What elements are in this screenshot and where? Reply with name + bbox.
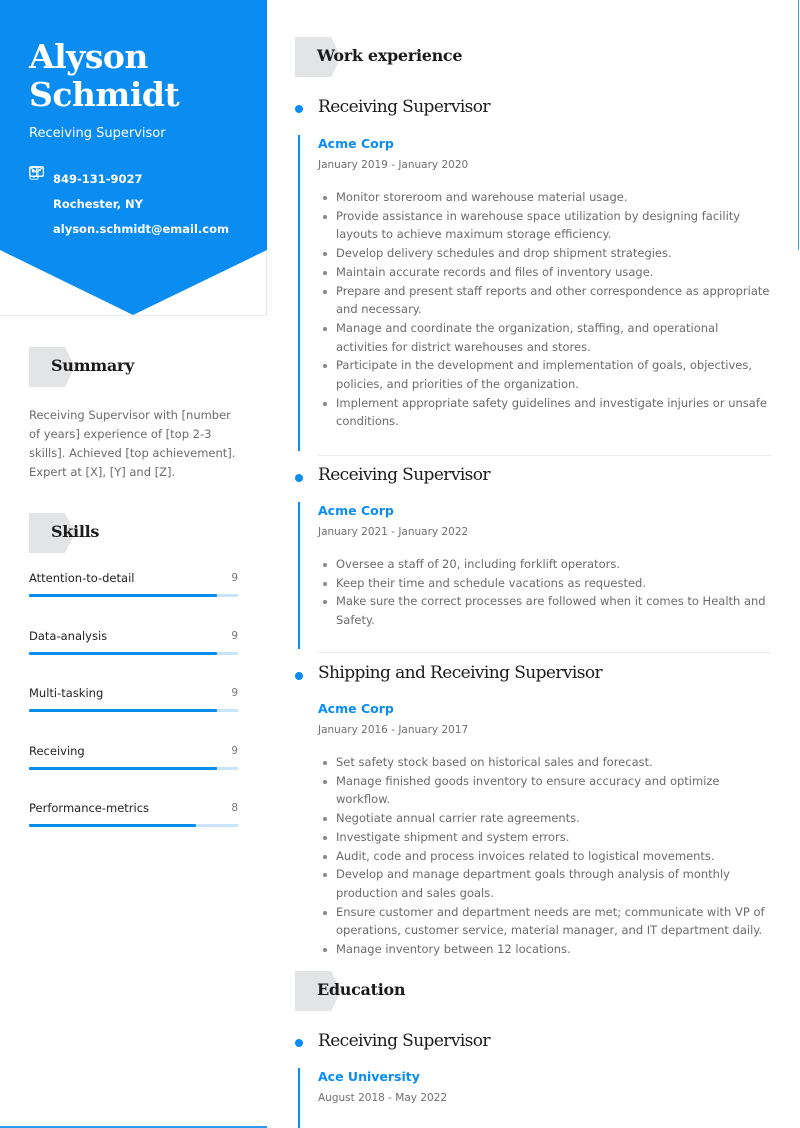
- skill-item: Data-analysis 9: [29, 629, 238, 687]
- skill-item: Attention-to-detail 9: [29, 571, 238, 629]
- profile-header: Alyson Schmidt Receiving Supervisor 849-…: [0, 0, 267, 316]
- skill-bar-track: [29, 651, 238, 655]
- skill-item: Receiving 9: [29, 744, 238, 802]
- location-value: Rochester, NY: [53, 196, 144, 211]
- skill-bar-fill: [29, 824, 197, 827]
- skill-bar-track: [29, 824, 238, 827]
- summary-title: Summary: [51, 356, 135, 375]
- job-bullet: Maintain accurate records and files of i…: [318, 263, 773, 282]
- job-bullet: Develop delivery schedules and drop ship…: [318, 244, 773, 263]
- job-bullet: Manage and coordinate the organization, …: [318, 319, 773, 356]
- contact-location: Rochester, NY: [29, 166, 229, 216]
- envelope-icon: [29, 166, 45, 236]
- job-dates: January 2021 - January 2022: [318, 526, 469, 538]
- company-name: Acme Corp: [318, 503, 394, 518]
- contact-list: 849-131-9027 Rochester, NY alyson.schmid…: [29, 166, 229, 241]
- job-bullet: Monitor storeroom and warehouse material…: [318, 188, 773, 207]
- job-title: Receiving Supervisor: [318, 97, 491, 117]
- job-bullet: Prepare and present staff reports and ot…: [318, 282, 773, 319]
- skill-item: Performance-metrics 8: [29, 801, 238, 859]
- contact-phone: 849-131-9027: [29, 166, 229, 191]
- summary-text: Receiving Supervisor with [number of yea…: [29, 408, 236, 479]
- email-value[interactable]: alyson.schmidt@email.com: [53, 222, 229, 236]
- job-bullet: Set safety stock based on historical sal…: [318, 753, 773, 772]
- page-edge-accent: [798, 0, 799, 250]
- job-title: Receiving Supervisor: [318, 465, 491, 485]
- timeline-dot: [295, 105, 303, 113]
- job-bullet: Implement appropriate safety guidelines …: [318, 394, 773, 431]
- job-bullet: Investigate shipment and system errors.: [318, 828, 773, 847]
- skill-score: 9: [231, 687, 238, 699]
- sidebar-divider: [0, 315, 267, 316]
- job-title: Shipping and Receiving Supervisor: [318, 663, 603, 683]
- job-bullet: Make sure the correct processes are foll…: [318, 592, 773, 629]
- skills-title: Skills: [51, 522, 100, 541]
- job-bullet: Keep their time and schedule vacations a…: [318, 574, 773, 593]
- skill-bar-fill: [29, 766, 218, 770]
- timeline-line: [298, 1068, 300, 1128]
- skill-name: Receiving: [29, 743, 85, 758]
- timeline-line: [298, 502, 300, 649]
- job-bullets: Set safety stock based on historical sal…: [318, 753, 773, 959]
- entry-divider: [318, 455, 771, 456]
- education-dates: August 2018 - May 2022: [318, 1092, 448, 1104]
- phone-value[interactable]: 849-131-9027: [53, 172, 143, 186]
- sidebar: Alyson Schmidt Receiving Supervisor 849-…: [0, 0, 267, 1128]
- skill-name: Multi-tasking: [29, 686, 104, 700]
- skill-bar-track: [29, 594, 238, 597]
- sidebar-border: [266, 250, 267, 315]
- education-title: Education: [317, 980, 406, 999]
- candidate-headline: Receiving Supervisor: [29, 126, 166, 141]
- degree-title: Receiving Supervisor: [318, 1031, 491, 1051]
- job-bullet: Oversee a staff of 20, including forklif…: [318, 555, 773, 574]
- timeline-line: [298, 135, 300, 451]
- skill-bar-fill: [29, 709, 218, 712]
- skill-score: 9: [231, 744, 238, 757]
- timeline-dot: [295, 1039, 303, 1047]
- last-name: Schmidt: [29, 75, 180, 114]
- skill-name: Attention-to-detail: [29, 571, 135, 585]
- company-name: Acme Corp: [318, 701, 394, 716]
- school-name: Ace University: [318, 1069, 420, 1084]
- skill-bar-fill: [29, 594, 218, 597]
- timeline-dot: [295, 474, 303, 482]
- contact-email: alyson.schmidt@email.com: [29, 166, 229, 241]
- skill-score: 9: [231, 629, 238, 642]
- skill-bar-fill: [29, 651, 218, 655]
- job-dates: January 2016 - January 2017: [318, 724, 469, 736]
- skill-name: Data-analysis: [29, 628, 108, 643]
- skill-bar-track: [29, 709, 238, 712]
- job-bullet: Negotiate annual carrier rate agreements…: [318, 809, 773, 828]
- skills-list: Attention-to-detail 9 Data-analysis 9 Mu…: [29, 571, 238, 859]
- job-bullet: Provide assistance in warehouse space ut…: [318, 207, 773, 244]
- first-name: Alyson: [29, 37, 148, 76]
- job-bullet: Develop and manage department goals thro…: [318, 865, 773, 902]
- skill-bar-track: [29, 766, 238, 770]
- skill-score: 8: [231, 802, 238, 814]
- job-bullet: Manage finished goods inventory to ensur…: [318, 772, 773, 809]
- job-bullet: Manage inventory between 12 locations.: [318, 940, 773, 959]
- candidate-name: Alyson Schmidt: [29, 37, 180, 114]
- job-bullets: Oversee a staff of 20, including forklif…: [318, 555, 773, 630]
- job-bullets: Monitor storeroom and warehouse material…: [318, 188, 773, 431]
- timeline-dot: [295, 672, 303, 680]
- skill-name: Performance-metrics: [29, 801, 150, 815]
- mailbox-icon: [29, 166, 45, 211]
- job-dates: January 2019 - January 2020: [318, 159, 469, 171]
- job-bullet: Ensure customer and department needs are…: [318, 903, 773, 940]
- job-bullet: Audit, code and process invoices related…: [318, 847, 773, 866]
- skill-score: 9: [231, 572, 238, 584]
- entry-divider: [318, 652, 771, 653]
- work-experience-title: Work experience: [317, 46, 463, 65]
- skill-item: Multi-tasking 9: [29, 686, 238, 744]
- company-name: Acme Corp: [318, 136, 394, 151]
- job-bullet: Participate in the development and imple…: [318, 356, 773, 393]
